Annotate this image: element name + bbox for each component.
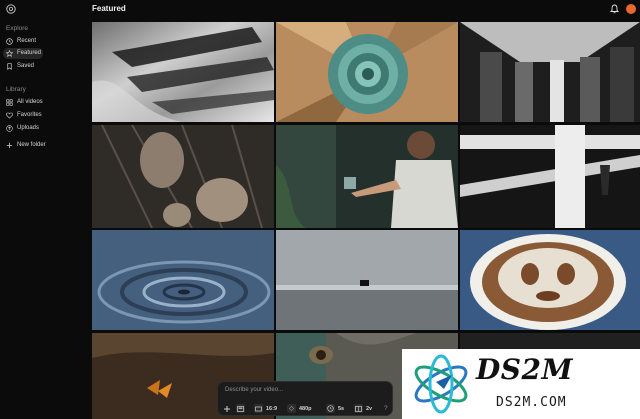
bookmark-icon — [7, 63, 12, 70]
star-icon — [6, 50, 13, 57]
explore-section-label: Explore — [6, 25, 29, 32]
prompt-input[interactable]: Describe your video... — [225, 387, 283, 393]
plus-icon — [224, 405, 230, 412]
ripples-thumbnail — [92, 230, 274, 330]
video-tile-water-ripples[interactable] — [92, 230, 274, 330]
variations-button[interactable]: 2v — [354, 403, 372, 414]
duration-value: 5s — [338, 405, 345, 412]
help-button[interactable]: ? — [384, 403, 388, 414]
video-tile-grey-leaves[interactable] — [92, 22, 274, 122]
image-icon — [236, 404, 245, 413]
sidebar-item-label: Recent — [17, 38, 37, 44]
watermark-title: DS2M — [476, 353, 573, 386]
sidebar-item-featured[interactable]: Featured — [3, 48, 43, 59]
sidebar-item-all-videos[interactable]: All videos — [3, 97, 43, 108]
library-section-label: Library — [6, 86, 26, 93]
grid-icon — [6, 99, 13, 106]
sidebar-item-uploads[interactable]: Uploads — [3, 123, 43, 134]
architecture-thumbnail — [460, 22, 640, 122]
video-tile-piano-beach[interactable] — [276, 230, 458, 330]
aspect-ratio-value: 16:9 — [266, 405, 278, 412]
video-tile-coffee-cup[interactable] — [460, 230, 640, 330]
spiral-logo-icon[interactable] — [6, 4, 16, 14]
timer-icon — [326, 404, 335, 413]
upload-icon — [6, 125, 13, 132]
video-tile-woman-glass-cube[interactable] — [276, 125, 458, 228]
new-folder-label: New folder — [17, 142, 46, 148]
woman-thumbnail — [276, 125, 458, 228]
spiral-thumbnail — [276, 22, 458, 122]
top-bar: Featured — [0, 0, 640, 19]
piano-thumbnail — [276, 230, 458, 330]
video-tile-architecture[interactable] — [460, 22, 640, 122]
prompt-bar: Describe your video... 16:9 ◇ 480p 5s 2v… — [217, 381, 393, 416]
page-title: Featured — [92, 4, 126, 13]
bell-icon[interactable] — [610, 4, 619, 14]
diamond-icon: ◇ — [287, 404, 296, 413]
plant-thumbnail — [92, 125, 274, 228]
leaves-thumbnail — [92, 27, 274, 122]
new-folder-button[interactable]: New folder — [3, 140, 53, 151]
layers-icon — [354, 404, 363, 413]
resolution-value: 480p — [299, 405, 312, 412]
variations-value: 2v — [366, 405, 373, 412]
duration-button[interactable]: 5s — [326, 403, 344, 414]
image-button[interactable] — [236, 403, 245, 414]
video-tile-white-beams[interactable] — [460, 125, 640, 228]
aspect-ratio-icon — [254, 404, 263, 413]
beams-thumbnail — [460, 125, 640, 228]
avatar[interactable] — [626, 4, 636, 14]
heart-icon — [6, 112, 13, 119]
sidebar: Explore Recent Featured Saved Library Al… — [0, 19, 90, 419]
plus-icon — [6, 142, 13, 149]
clock-icon — [6, 38, 13, 45]
sidebar-item-saved[interactable]: Saved — [3, 61, 43, 72]
add-button[interactable] — [223, 403, 231, 414]
help-icon: ? — [384, 405, 388, 412]
sidebar-item-label: All videos — [17, 99, 43, 105]
sidebar-item-recent[interactable]: Recent — [3, 36, 43, 47]
watermark-overlay: DS2M DS2M.COM — [402, 349, 640, 419]
video-tile-paper-spiral[interactable] — [276, 22, 458, 122]
atom-logo-icon — [414, 354, 468, 414]
sidebar-item-favorites[interactable]: Favorites — [3, 110, 43, 121]
sidebar-item-label: Favorites — [17, 112, 42, 118]
sidebar-item-label: Saved — [17, 63, 35, 69]
video-tile-dark-plant[interactable] — [92, 125, 274, 228]
aspect-ratio-button[interactable]: 16:9 — [254, 403, 277, 414]
resolution-button[interactable]: ◇ 480p — [287, 403, 312, 414]
coffee-thumbnail — [460, 230, 640, 330]
watermark-url: DS2M.COM — [496, 395, 567, 410]
sidebar-item-label: Uploads — [17, 125, 40, 131]
sidebar-item-label: Featured — [17, 50, 42, 56]
